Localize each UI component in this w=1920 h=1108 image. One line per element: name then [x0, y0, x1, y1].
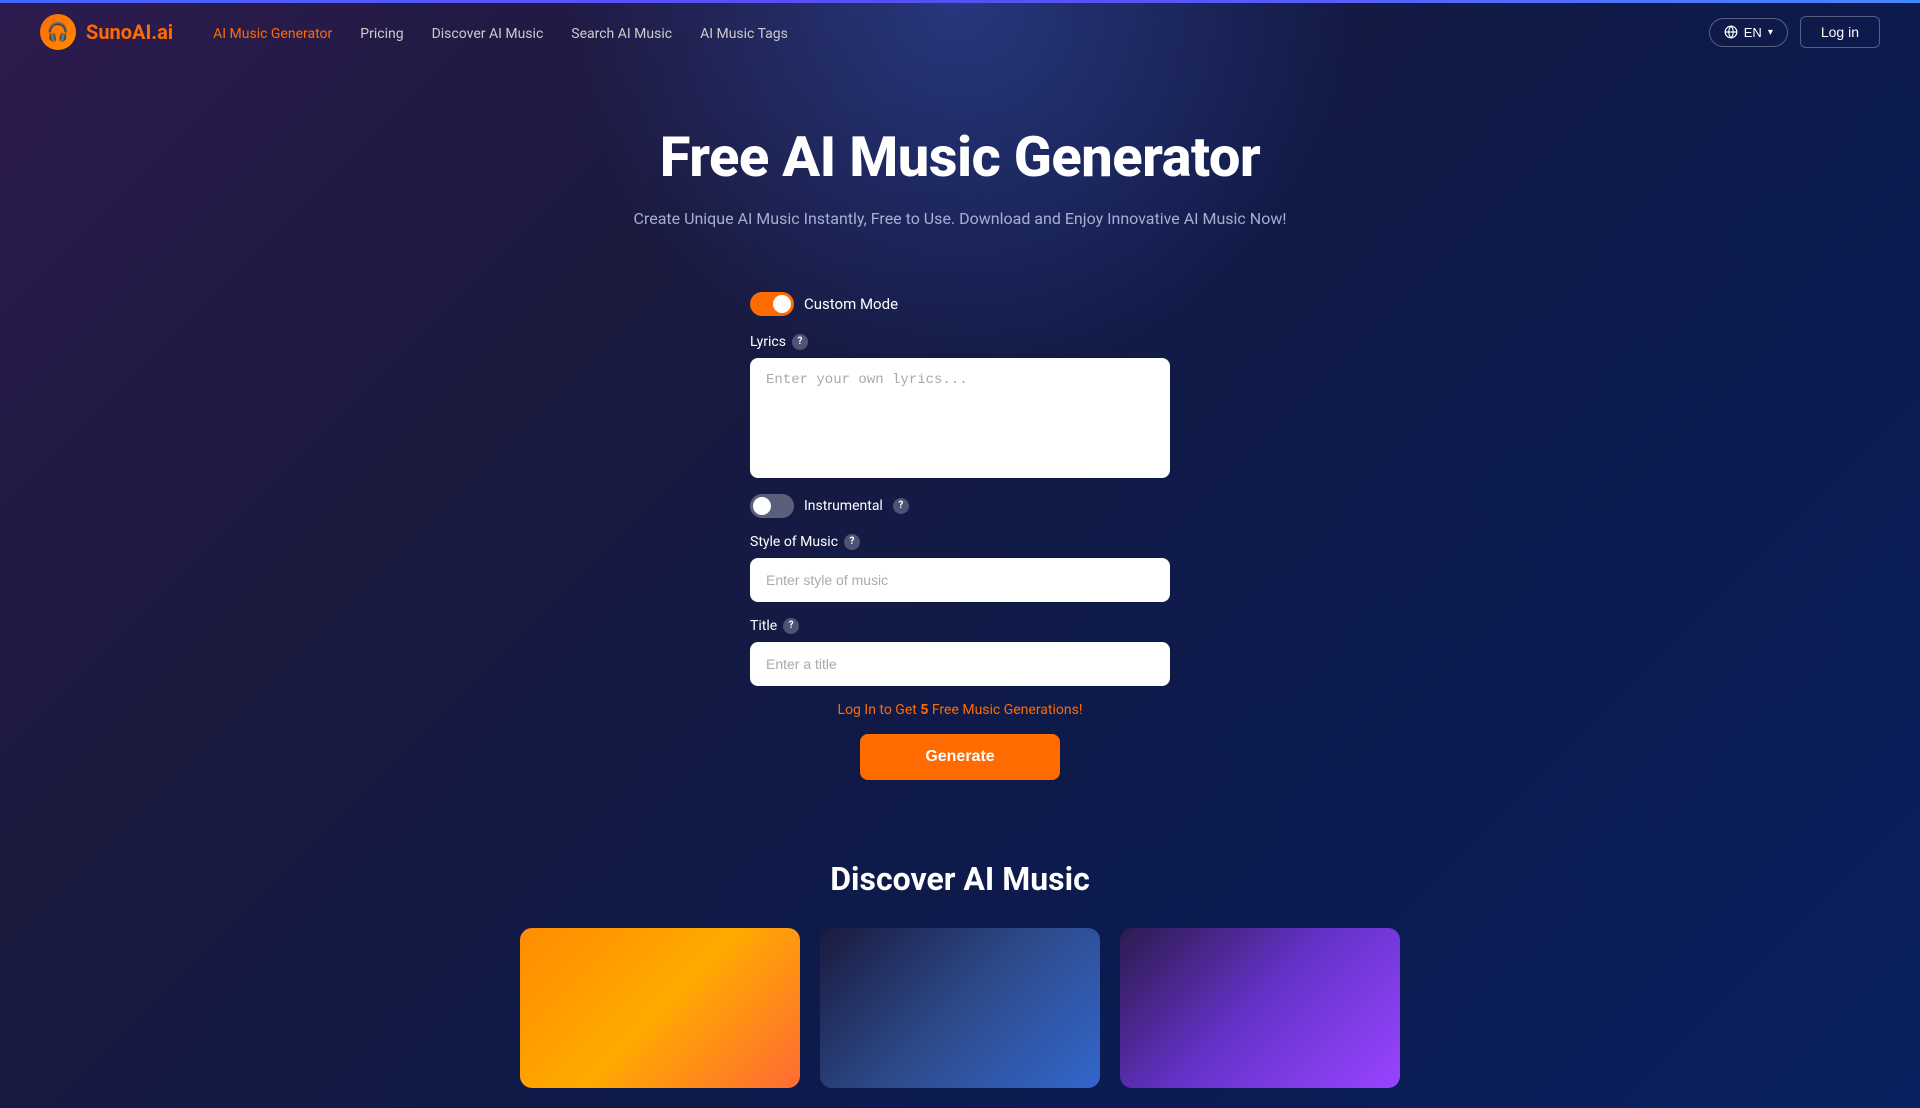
- instrumental-toggle[interactable]: [750, 494, 794, 518]
- login-prompt: Log In to Get 5 Free Music Generations!: [750, 702, 1170, 718]
- custom-mode-row: Custom Mode: [750, 292, 1170, 316]
- headphones-icon: 🎧: [47, 22, 69, 43]
- globe-icon: [1724, 25, 1738, 39]
- music-cards-container: [20, 928, 1900, 1088]
- logo-text: SunoAI.ai: [86, 20, 173, 44]
- title-help-icon[interactable]: ?: [783, 618, 799, 634]
- lyrics-label-row: Lyrics ?: [750, 334, 1170, 350]
- hero-title: Free AI Music Generator: [20, 124, 1900, 190]
- title-input[interactable]: [750, 642, 1170, 686]
- toggle-knob-custom: [773, 295, 791, 313]
- toggle-knob-instrumental: [753, 497, 771, 515]
- custom-mode-toggle[interactable]: [750, 292, 794, 316]
- discover-title: Discover AI Music: [20, 860, 1900, 898]
- lyrics-help-icon[interactable]: ?: [792, 334, 808, 350]
- login-prompt-link[interactable]: Log In to Get 5 Free Music Generations!: [838, 702, 1083, 718]
- logo-part2: AI.ai: [132, 20, 173, 44]
- lyrics-label: Lyrics: [750, 334, 786, 350]
- nav-item-ai-music-generator[interactable]: AI Music Generator: [213, 23, 332, 42]
- instrumental-row: Instrumental ?: [750, 494, 1170, 518]
- title-field-group: Title ?: [750, 618, 1170, 686]
- navbar-right: EN ▾ Log in: [1709, 16, 1880, 48]
- style-field-group: Style of Music ?: [750, 534, 1170, 602]
- logo[interactable]: 🎧 SunoAI.ai: [40, 14, 173, 50]
- title-label: Title: [750, 618, 777, 634]
- style-input[interactable]: [750, 558, 1170, 602]
- navbar-left: 🎧 SunoAI.ai AI Music Generator Pricing D…: [40, 14, 788, 50]
- nav-link-discover[interactable]: Discover AI Music: [432, 26, 544, 42]
- main-form: Custom Mode Lyrics ? Instrumental ? Styl…: [730, 272, 1190, 840]
- style-label: Style of Music: [750, 534, 838, 550]
- nav-item-discover[interactable]: Discover AI Music: [432, 23, 544, 42]
- style-label-row: Style of Music ?: [750, 534, 1170, 550]
- custom-mode-label: Custom Mode: [804, 295, 898, 313]
- discover-section: Discover AI Music: [0, 840, 1920, 1108]
- instrumental-label: Instrumental: [804, 498, 883, 514]
- title-label-row: Title ?: [750, 618, 1170, 634]
- language-button[interactable]: EN ▾: [1709, 18, 1788, 47]
- hero-section: Free AI Music Generator Create Unique AI…: [0, 64, 1920, 272]
- nav-link-pricing[interactable]: Pricing: [360, 26, 403, 42]
- nav-link-ai-music-generator[interactable]: AI Music Generator: [213, 26, 332, 42]
- logo-icon: 🎧: [40, 14, 76, 50]
- music-card-1[interactable]: [520, 928, 800, 1088]
- hero-subtitle: Create Unique AI Music Instantly, Free t…: [20, 206, 1900, 232]
- generate-button[interactable]: Generate: [860, 734, 1060, 780]
- nav-item-pricing[interactable]: Pricing: [360, 23, 403, 42]
- login-prompt-text: Log In to Get: [838, 702, 921, 718]
- style-help-icon[interactable]: ?: [844, 534, 860, 550]
- lyrics-field-group: Lyrics ?: [750, 334, 1170, 478]
- nav-link-search[interactable]: Search AI Music: [571, 26, 672, 42]
- login-prompt-suffix: Free Music Generations!: [928, 702, 1082, 718]
- music-card-2[interactable]: [820, 928, 1100, 1088]
- lyrics-textarea[interactable]: [750, 358, 1170, 478]
- navbar: 🎧 SunoAI.ai AI Music Generator Pricing D…: [0, 0, 1920, 64]
- nav-link-tags[interactable]: AI Music Tags: [700, 26, 788, 42]
- instrumental-help-icon[interactable]: ?: [893, 498, 909, 514]
- music-card-3[interactable]: [1120, 928, 1400, 1088]
- nav-item-search[interactable]: Search AI Music: [571, 23, 672, 42]
- chevron-down-icon: ▾: [1768, 27, 1773, 38]
- nav-links: AI Music Generator Pricing Discover AI M…: [213, 23, 788, 42]
- login-button[interactable]: Log in: [1800, 16, 1880, 48]
- nav-item-tags[interactable]: AI Music Tags: [700, 23, 788, 42]
- logo-part1: Suno: [86, 20, 132, 44]
- lang-label: EN: [1744, 25, 1762, 40]
